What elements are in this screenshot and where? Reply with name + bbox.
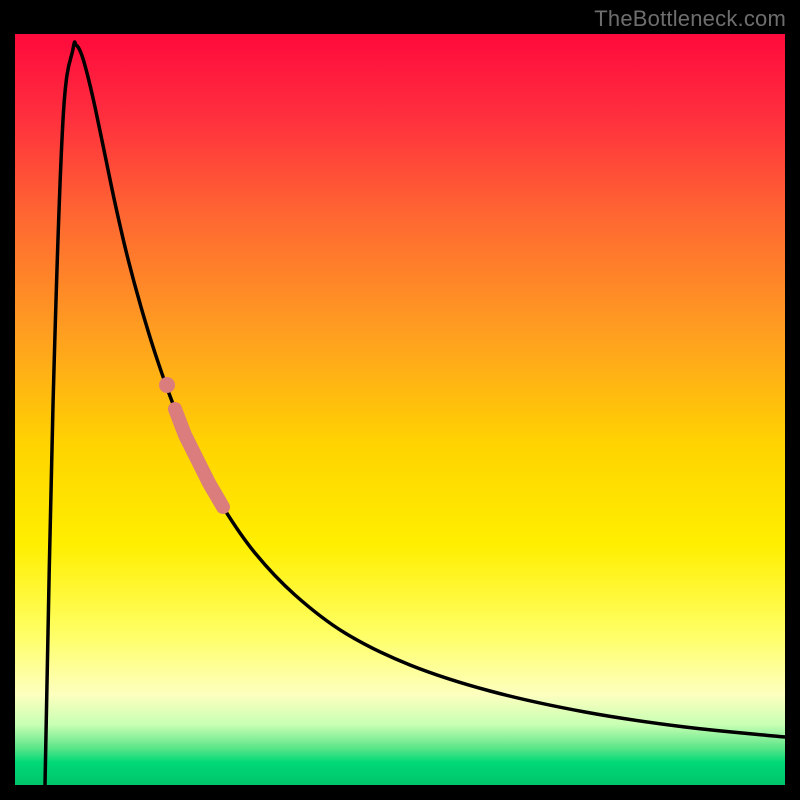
bottleneck-curve — [45, 42, 785, 785]
curve-svg — [15, 34, 785, 785]
plot-area — [15, 34, 785, 785]
highlight-segment — [175, 409, 223, 507]
chart-frame: TheBottleneck.com — [0, 0, 800, 800]
highlight-dot — [159, 377, 175, 393]
watermark-text: TheBottleneck.com — [594, 6, 786, 32]
